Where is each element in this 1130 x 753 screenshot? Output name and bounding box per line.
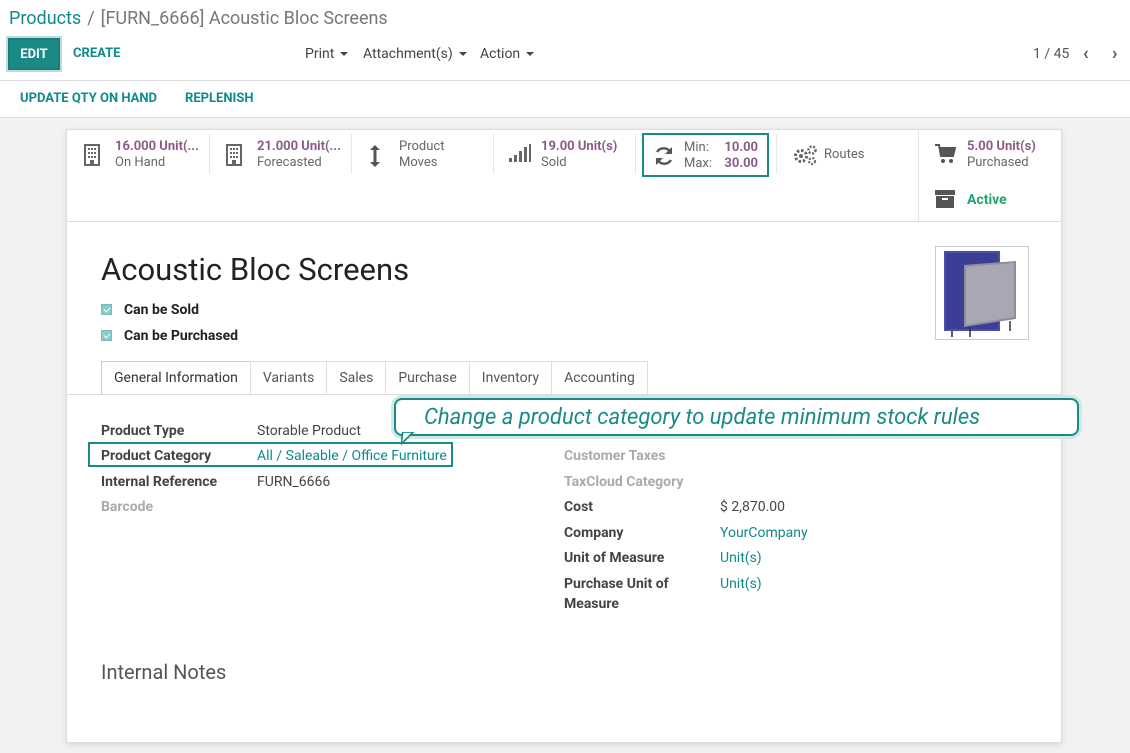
cart-icon [935, 144, 957, 164]
sold-label: Sold [541, 155, 567, 170]
caret-down-icon [458, 52, 467, 57]
print-dropdown[interactable]: Print [305, 46, 349, 62]
refresh-icon [653, 145, 675, 171]
tab-purchase[interactable]: Purchase [385, 361, 470, 394]
attachments-dropdown[interactable]: Attachment(s) [363, 46, 467, 62]
can-be-purchased-label: Can be Purchased [124, 328, 239, 344]
purchase-uom-link[interactable]: Unit(s) [720, 576, 762, 592]
can-be-purchased-checkbox[interactable]: Can be Purchased [101, 328, 238, 344]
pager-value[interactable]: 1 / 45 [1033, 46, 1069, 62]
product-moves-line2: Moves [399, 155, 438, 170]
internal-notes-heading: Internal Notes [101, 660, 227, 684]
tab-general-information[interactable]: General Information [101, 361, 251, 394]
smart-buttons: 16.000 Unit(... On Hand 21.000 Unit(... Fo… [67, 130, 1061, 222]
caret-down-icon [526, 52, 535, 57]
company-link[interactable]: YourCompany [720, 525, 808, 541]
purchased-label: Purchased [967, 155, 1029, 170]
cost-label: Cost [564, 499, 593, 515]
archive-icon [935, 190, 955, 210]
on-hand-value: 16.000 Unit(... [115, 139, 199, 154]
create-button[interactable]: CREATE [73, 46, 120, 61]
tip-callout: Change a product category to update mini… [394, 398, 1079, 436]
purchase-uom-label-line1: Purchase Unit of [564, 576, 669, 592]
attachments-label: Attachment(s) [363, 46, 453, 62]
product-category-link[interactable]: All / Saleable / Office Furniture [257, 448, 447, 464]
purchase-uom-label-line2: Measure [564, 596, 619, 612]
action-dropdown[interactable]: Action [480, 46, 535, 62]
building-icon [83, 144, 101, 166]
product-moves-button[interactable]: Product Moves [351, 130, 493, 176]
divider [635, 134, 636, 174]
company-label: Company [564, 525, 624, 541]
building-icon [225, 144, 243, 166]
purchased-button[interactable]: 5.00 Unit(s) Purchased [919, 130, 1063, 176]
product-category-label: Product Category [101, 448, 212, 464]
callout-tail [401, 432, 415, 446]
routes-label: Routes [824, 147, 865, 162]
control-panel: Products / [FURN_6666] Acoustic Bloc Scree… [0, 0, 1130, 81]
uom-label: Unit of Measure [564, 550, 665, 566]
active-label: Active [967, 192, 1007, 208]
tab-variants[interactable]: Variants [249, 361, 328, 394]
max-value: 30.00 [724, 156, 758, 171]
caret-down-icon [340, 52, 349, 57]
max-label: Max: [684, 156, 713, 171]
product-image[interactable] [935, 246, 1029, 340]
forecasted-label: Forecasted [257, 155, 322, 170]
on-hand-button[interactable]: 16.000 Unit(... On Hand [67, 130, 209, 176]
action-label: Action [480, 46, 521, 62]
purchased-value: 5.00 Unit(s) [967, 139, 1036, 154]
min-label: Min: [684, 140, 709, 155]
can-be-sold-checkbox[interactable]: Can be Sold [101, 302, 199, 318]
product-name[interactable]: Acoustic Bloc Screens [101, 251, 409, 288]
barcode-label: Barcode [101, 499, 154, 515]
product-moves-line1: Product [399, 139, 445, 154]
signal-bars-icon [509, 144, 531, 164]
tab-accounting[interactable]: Accounting [551, 361, 648, 394]
forecasted-value: 21.000 Unit(... [257, 139, 341, 154]
can-be-sold-label: Can be Sold [124, 302, 200, 318]
product-type-label: Product Type [101, 423, 185, 439]
gears-icon [792, 144, 817, 166]
print-label: Print [305, 46, 335, 62]
internal-reference-label: Internal Reference [101, 474, 218, 490]
internal-reference-value[interactable]: FURN_6666 [257, 474, 330, 490]
min-value: 10.00 [724, 140, 758, 155]
notebook-tabs: General Information Variants Sales Purch… [101, 361, 648, 394]
replenish-button[interactable]: REPLENISH [185, 91, 254, 106]
sold-button[interactable]: 19.00 Unit(s) Sold [493, 130, 635, 176]
taxcloud-category-label: TaxCloud Category [564, 474, 684, 490]
action-bar: UPDATE QTY ON HAND REPLENISH [0, 81, 1130, 118]
routes-button[interactable]: Routes [776, 130, 918, 176]
uom-link[interactable]: Unit(s) [720, 550, 762, 566]
product-type-value[interactable]: Storable Product [257, 423, 361, 439]
form-sheet: 16.000 Unit(... On Hand 21.000 Unit(... Fo… [66, 129, 1079, 743]
forecasted-button[interactable]: 21.000 Unit(... Forecasted [209, 130, 351, 176]
breadcrumb-products-link[interactable]: Products [9, 8, 81, 29]
checkbox-checked-icon [101, 329, 112, 341]
customer-taxes-label: Customer Taxes [564, 448, 666, 464]
breadcrumb-current: [FURN_6666] Acoustic Bloc Screens [100, 8, 388, 29]
chevron-right-icon[interactable]: › [1112, 43, 1117, 64]
active-toggle-button[interactable]: Active [919, 176, 1063, 222]
min-max-button[interactable]: Min: 10.00 Max: 30.00 [642, 133, 769, 177]
sold-value: 19.00 Unit(s) [541, 139, 618, 154]
tab-underline [67, 394, 1061, 395]
arrows-vertical-icon [369, 144, 387, 167]
on-hand-label: On Hand [115, 155, 166, 170]
cost-value[interactable]: $ 2,870.00 [720, 499, 785, 515]
tab-sales[interactable]: Sales [326, 361, 387, 394]
breadcrumb: Products / [FURN_6666] Acoustic Bloc Scree… [9, 8, 388, 29]
update-qty-button[interactable]: UPDATE QTY ON HAND [20, 91, 157, 106]
tab-inventory[interactable]: Inventory [468, 361, 553, 394]
chevron-left-icon[interactable]: ‹ [1083, 43, 1089, 64]
edit-button[interactable]: EDIT [8, 38, 60, 70]
breadcrumb-separator: / [87, 8, 95, 29]
checkbox-checked-icon [101, 303, 112, 315]
